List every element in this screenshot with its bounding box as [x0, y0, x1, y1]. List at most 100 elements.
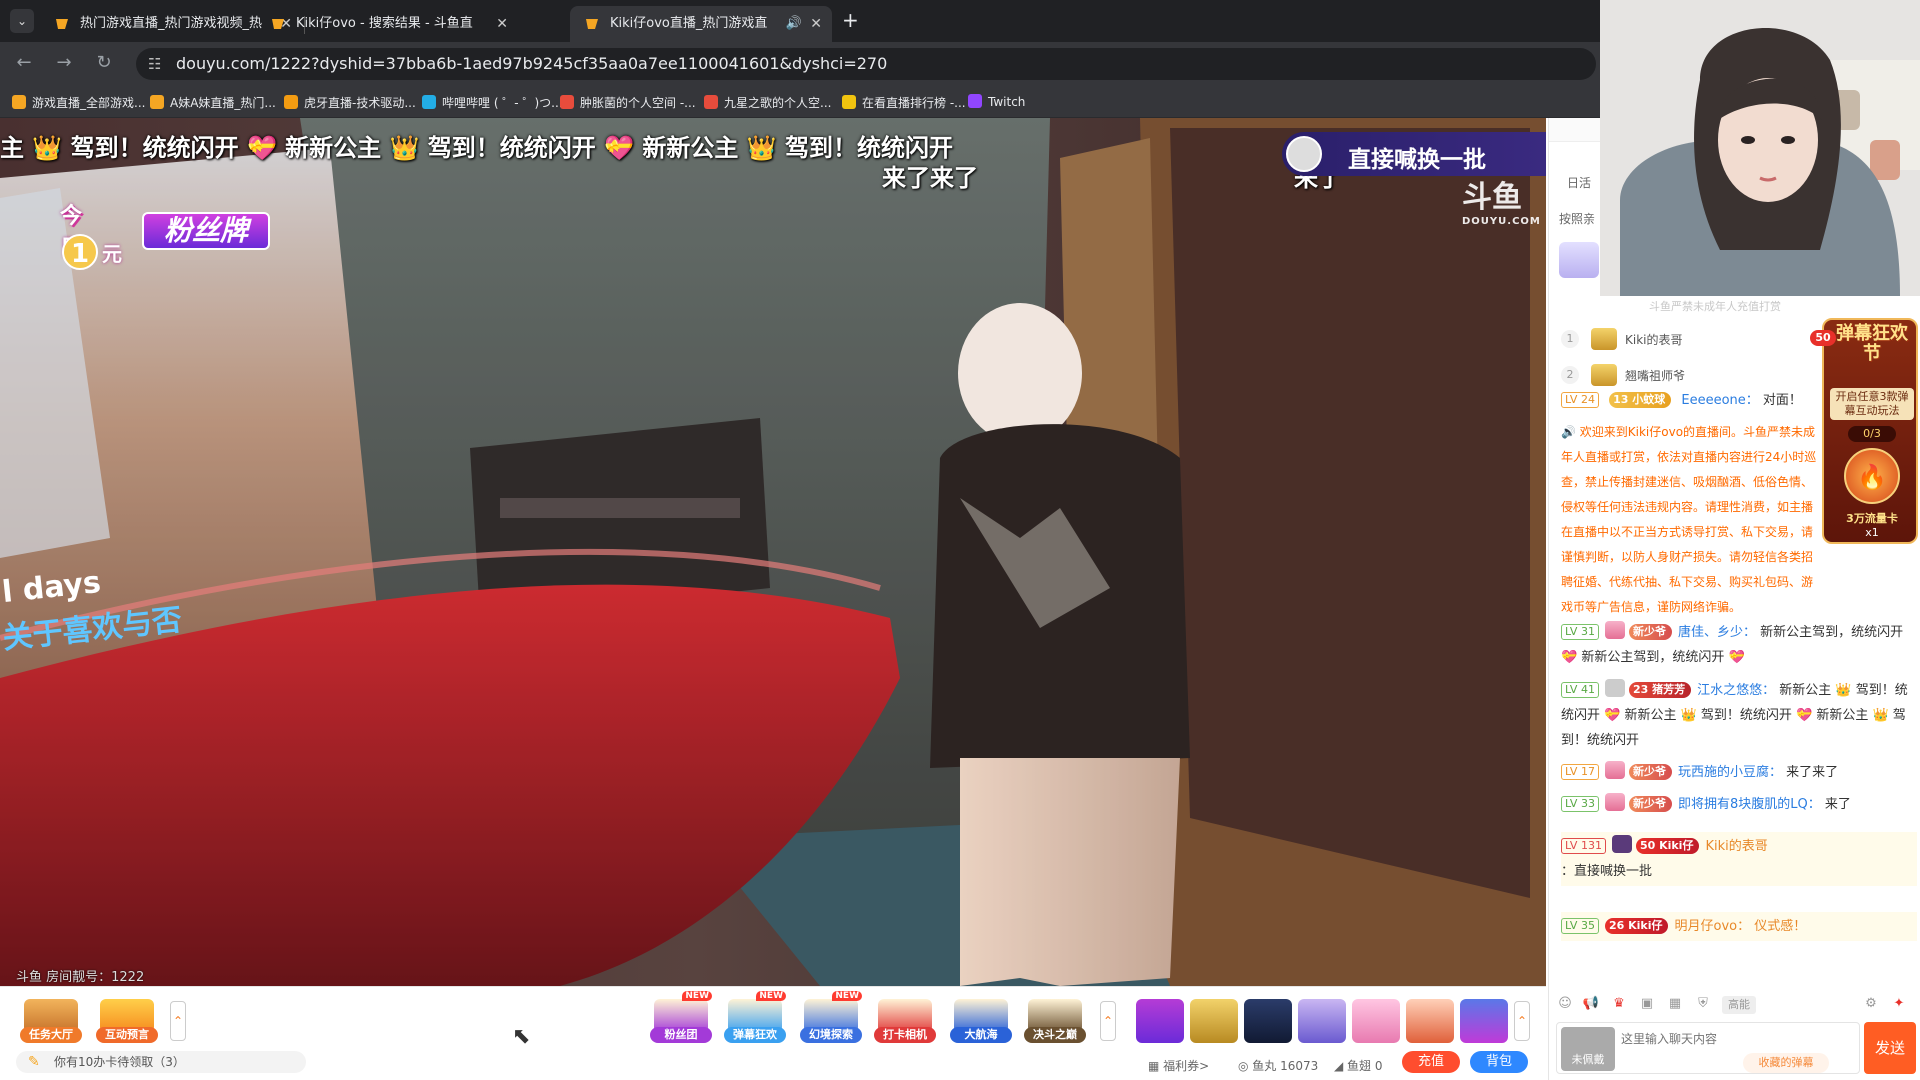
welfare-label: 福利券> [1163, 1059, 1210, 1073]
bookmark-favicon-icon [560, 95, 574, 109]
gift-item[interactable] [1136, 999, 1184, 1043]
activity-button[interactable]: 幻境探索 NEW [798, 991, 864, 1045]
gift-item[interactable] [1244, 999, 1292, 1043]
badge-avatar[interactable]: 未佩戴 [1561, 1027, 1615, 1071]
activity-button[interactable]: 决斗之巅 [1022, 999, 1088, 1045]
expand-activities-button[interactable]: ⌃ [1100, 1001, 1116, 1041]
medal-icon [1591, 364, 1617, 386]
card-claim-bar[interactable]: ✎ 你有10办卡待领取（3） [16, 1051, 306, 1073]
tab-search-button[interactable]: ⌄ [10, 9, 34, 33]
settings-icon[interactable]: ⚙ [1862, 996, 1880, 1014]
avatar [1604, 761, 1625, 779]
bookmark-item[interactable]: 九星之歌的个人空... [704, 94, 831, 111]
activity-button[interactable]: 弹幕狂欢 NEW [722, 991, 788, 1045]
bookmark-favicon-icon [150, 95, 164, 109]
chat-input[interactable] [1621, 1025, 1851, 1053]
tab-close-icon[interactable]: ✕ [496, 6, 508, 42]
fan-badge: 13 小蚊球 [1609, 392, 1672, 408]
activity-label: 幻境探索 [800, 1027, 862, 1043]
site-settings-icon[interactable]: ☷ [148, 48, 161, 80]
system-message-text: 欢迎来到Kiki仔ovo的直播间。斗鱼严禁未成年人直播或打赏，依法对直播内容进行… [1561, 425, 1817, 614]
avatar [1604, 679, 1625, 697]
expand-left-button[interactable]: ⌃ [170, 1001, 186, 1041]
back-icon[interactable]: ← [12, 52, 36, 73]
shield-icon[interactable]: ⛨ [1694, 996, 1712, 1014]
watermark-subtext: DOUYU.COM [1462, 216, 1541, 227]
noble-icon[interactable]: ♛ [1610, 996, 1628, 1014]
chat-username[interactable]: 明月仔ovo： [1674, 919, 1750, 934]
bookmark-item[interactable]: 游戏直播_全部游戏... [12, 94, 145, 111]
rank-username: Kiki的表哥 [1625, 333, 1683, 347]
fan-badge-unit: 元 [102, 242, 122, 266]
fire-icon: 🔥 [1844, 448, 1900, 504]
activity-button[interactable]: 大航海 [948, 999, 1014, 1045]
rank-number: 2 [1561, 366, 1579, 384]
chat-username[interactable]: Kiki的表哥 [1705, 839, 1767, 854]
chat-username[interactable]: 江水之悠悠： [1697, 683, 1775, 698]
expand-gifts-button[interactable]: ⌃ [1514, 1001, 1530, 1041]
gift-item[interactable] [1352, 999, 1400, 1043]
gift-item[interactable] [1460, 999, 1508, 1043]
new-tab-button[interactable]: + [842, 8, 859, 32]
video-player[interactable]: 主 👑 驾到！统统闪开 💝 新新公主 👑 驾到！统统闪开 💝 新新公主 👑 驾到… [0, 118, 1546, 986]
recharge-button[interactable]: 充值 [1402, 1051, 1460, 1073]
activity-label: 决斗之巅 [1024, 1027, 1086, 1043]
speaker-icon[interactable]: 🔊 [786, 6, 802, 42]
chat-username[interactable]: 唐佳、乡少： [1678, 625, 1756, 640]
bookmark-item[interactable]: 肿胀菌的个人空间 -... [560, 94, 696, 111]
send-button[interactable]: 发送 [1864, 1022, 1916, 1074]
mouse-cursor-icon: ⬉ [512, 1024, 531, 1049]
promo-title: 弹幕狂欢节 [1836, 323, 1908, 364]
bookmark-item[interactable]: Twitch [968, 94, 1025, 109]
promo-description: 开启任意3款弹幕互动玩法 [1830, 388, 1914, 420]
rank-tab-daily[interactable]: 日活 [1567, 174, 1591, 191]
chat-input-area: 未佩戴 收藏的弹幕 [1556, 1022, 1860, 1074]
forward-icon[interactable]: → [52, 52, 76, 73]
bookmark-item[interactable]: 虎牙直播-技术驱动... [284, 94, 416, 111]
medal-icon [1591, 328, 1617, 350]
welfare-link[interactable]: ▦ 福利券> [1148, 1057, 1209, 1074]
gift-item[interactable] [1298, 999, 1346, 1043]
address-bar[interactable]: ☷ douyu.com/1222?dyshid=37bba6b-1aed97b9… [136, 48, 1596, 80]
danmu-carnival-promo[interactable]: 弹幕狂欢节 开启任意3款弹幕互动玩法 0/3 🔥 3万流量卡 x1 [1822, 318, 1918, 544]
chat-username[interactable]: Eeeeeone： [1681, 393, 1758, 408]
activity-button[interactable]: 打卡相机 [872, 999, 938, 1045]
tab-3-active[interactable]: Kiki仔ovo直播_热门游戏直 🔊 ✕ [570, 6, 832, 42]
task-hall-button[interactable]: 任务大厅 [18, 999, 84, 1045]
reload-icon[interactable]: ↻ [92, 52, 116, 73]
gift-record-icon[interactable]: ✦ [1890, 996, 1908, 1014]
collected-danmu-button[interactable]: 收藏的弹幕 [1743, 1053, 1829, 1073]
prediction-button[interactable]: 互动预言 [94, 999, 160, 1045]
tab-2[interactable]: Kiki仔ovo - 搜索结果 - 斗鱼直 ✕ [256, 6, 518, 42]
bookmark-label: 肿胀菌的个人空间 -... [580, 96, 696, 110]
high-energy-toggle[interactable]: 高能 [1722, 996, 1756, 1014]
bookmark-label: 虎牙直播-技术驱动... [304, 96, 416, 110]
color-icon[interactable]: ▦ [1666, 996, 1684, 1014]
minor-notice: 斗鱼严禁未成年人充值打赏 [1649, 300, 1781, 313]
new-tag: NEW [756, 991, 786, 1001]
avatar [1604, 793, 1625, 811]
sort-label[interactable]: 按照亲 [1559, 210, 1595, 227]
activity-button[interactable]: 粉丝团 NEW [648, 991, 714, 1045]
backpack-button[interactable]: 背包 [1470, 1051, 1528, 1073]
megaphone-icon[interactable]: 📢 [1582, 996, 1600, 1014]
bookmark-item[interactable]: 在看直播排行榜 -... [842, 94, 966, 111]
chat-username[interactable]: 玩西施的小豆腐： [1678, 765, 1782, 780]
fan-badge: 50 Kiki仔 [1635, 838, 1700, 854]
webcam-overlay [1600, 0, 1920, 296]
chat-message: LV 33 新少爷 即将拥有8块腹肌的LQ： 来了 [1561, 792, 1917, 817]
bookmark-favicon-icon [284, 95, 298, 109]
promo-progress: 0/3 [1848, 426, 1896, 442]
bookmark-item[interactable]: 哔哩哔哩 ( ゜- ゜)つ... [422, 94, 563, 111]
gift-item[interactable] [1406, 999, 1454, 1043]
fans-icon[interactable]: ▣ [1638, 996, 1656, 1014]
level-badge: LV 17 [1561, 764, 1599, 780]
level-badge: LV 31 [1561, 624, 1599, 640]
chat-text: 仪式感！ [1754, 919, 1807, 934]
bookmark-item[interactable]: A妹A妹直播_热门... [150, 94, 276, 111]
chat-username[interactable]: 即将拥有8块腹肌的LQ： [1678, 797, 1821, 812]
fan-badge-label: 粉丝牌 [142, 212, 270, 250]
gift-item[interactable] [1190, 999, 1238, 1043]
emoji-icon[interactable]: ☺ [1556, 996, 1574, 1014]
tab-close-icon[interactable]: ✕ [810, 6, 822, 42]
